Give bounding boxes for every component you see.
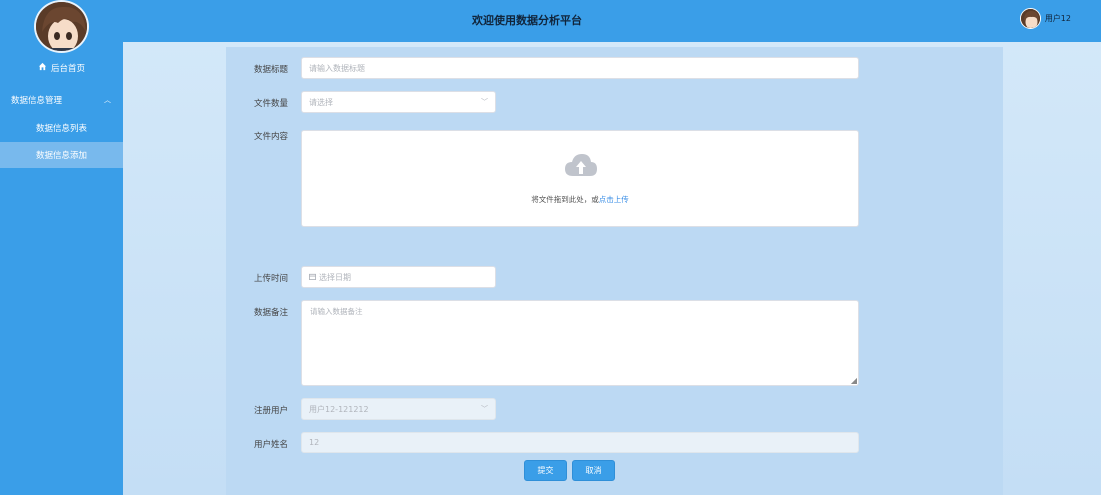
reg-user-label: 注册用户 xyxy=(253,406,288,416)
count-label: 文件数量 xyxy=(253,99,288,109)
page-title: 欢迎使用数据分析平台 xyxy=(472,14,582,27)
sidebar-item-label: 数据信息列表 xyxy=(35,124,87,134)
sidebar-item-label: 后台首页 xyxy=(50,64,85,74)
top-header: 欢迎使用数据分析平台 用户12 xyxy=(123,0,1101,42)
note-textarea[interactable]: 请输入数据备注 ◢ xyxy=(301,300,859,386)
title-label: 数据标题 xyxy=(253,65,288,75)
user-name-input: 12 xyxy=(301,432,859,453)
upload-hint: 将文件拖到此处，或点击上传 xyxy=(302,194,858,205)
note-placeholder: 请输入数据备注 xyxy=(310,307,363,316)
time-label: 上传时间 xyxy=(253,274,288,284)
sidebar-item-data-add[interactable]: 数据信息添加 xyxy=(0,142,123,168)
sidebar-item-home[interactable]: 后台首页 xyxy=(0,60,123,76)
upload-hint-text: 将文件拖到此处，或 xyxy=(531,195,599,204)
sidebar-menu-label: 数据信息管理 xyxy=(11,96,63,106)
sidebar-menu-data-management[interactable]: 数据信息管理 ︿ xyxy=(0,90,123,110)
reg-user-value: 用户12-121212 xyxy=(309,404,369,414)
main-content: 数据标题 请输入数据标题 文件数量 请选择 ﹀ 文件内容 将文件拖到此处，或点击… xyxy=(123,42,1101,495)
user-name-label: 用户姓名 xyxy=(253,440,288,450)
form-panel: 数据标题 请输入数据标题 文件数量 请选择 ﹀ 文件内容 将文件拖到此处，或点击… xyxy=(226,47,1003,495)
chevron-down-icon: ﹀ xyxy=(481,405,488,413)
upload-link[interactable]: 点击上传 xyxy=(599,195,629,204)
cancel-button[interactable]: 取消 xyxy=(572,460,615,481)
reg-user-select: 用户12-121212 ﹀ xyxy=(301,398,496,420)
title-input[interactable]: 请输入数据标题 xyxy=(301,57,859,79)
submit-button[interactable]: 提交 xyxy=(524,460,567,481)
note-label: 数据备注 xyxy=(253,308,288,318)
sidebar-item-data-list[interactable]: 数据信息列表 xyxy=(0,115,123,141)
chevron-up-icon: ︿ xyxy=(104,96,111,104)
cloud-upload-icon xyxy=(564,152,598,181)
user-name-value: 12 xyxy=(309,438,320,447)
user-avatar xyxy=(1019,8,1041,29)
user-menu[interactable]: 用户12 xyxy=(1019,8,1071,29)
home-icon xyxy=(38,62,47,74)
sidebar: 后台首页 数据信息管理 ︿ 数据信息列表 数据信息添加 xyxy=(0,0,123,495)
resize-handle-icon[interactable]: ◢ xyxy=(851,376,857,385)
content-label: 文件内容 xyxy=(253,132,288,142)
count-select[interactable]: 请选择 ﹀ xyxy=(301,91,496,113)
sidebar-item-label: 数据信息添加 xyxy=(35,151,87,161)
avatar xyxy=(34,0,89,53)
upload-dropzone[interactable]: 将文件拖到此处，或点击上传 xyxy=(301,130,859,227)
count-placeholder: 请选择 xyxy=(309,97,333,107)
user-name: 用户12 xyxy=(1044,14,1071,23)
chevron-down-icon: ﹀ xyxy=(481,98,488,106)
date-placeholder: 选择日期 xyxy=(319,272,351,282)
date-picker[interactable]: 选择日期 xyxy=(301,266,496,288)
title-placeholder: 请输入数据标题 xyxy=(309,63,365,73)
calendar-icon xyxy=(309,273,316,282)
